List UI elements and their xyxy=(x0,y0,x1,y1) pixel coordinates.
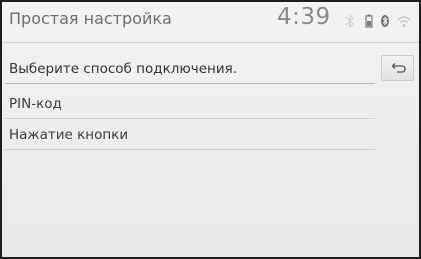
phone-battery-icon xyxy=(365,14,373,28)
prompt-text: Выберите способ подключения. xyxy=(9,61,238,77)
header-bar: Простая настройка 4:39 xyxy=(2,2,419,42)
wifi-icon xyxy=(397,16,411,27)
back-button[interactable] xyxy=(381,55,414,81)
bluetooth-muted-icon xyxy=(345,13,354,29)
option-push-button[interactable]: Нажатие кнопки xyxy=(5,119,375,150)
option-pin-code[interactable]: PIN-код xyxy=(5,88,375,119)
screen-frame: Простая настройка 4:39 Выберите способ п… xyxy=(0,0,421,259)
bluetooth-icon xyxy=(381,15,389,27)
return-arrow-icon xyxy=(391,63,406,73)
clock: 4:39 xyxy=(277,4,331,30)
page-title: Простая настройка xyxy=(9,9,172,28)
option-label: Нажатие кнопки xyxy=(9,127,129,143)
header-divider xyxy=(2,42,419,43)
option-label: PIN-код xyxy=(9,96,62,112)
connection-method-prompt: Выберите способ подключения. xyxy=(5,56,375,84)
status-icons xyxy=(342,12,419,32)
